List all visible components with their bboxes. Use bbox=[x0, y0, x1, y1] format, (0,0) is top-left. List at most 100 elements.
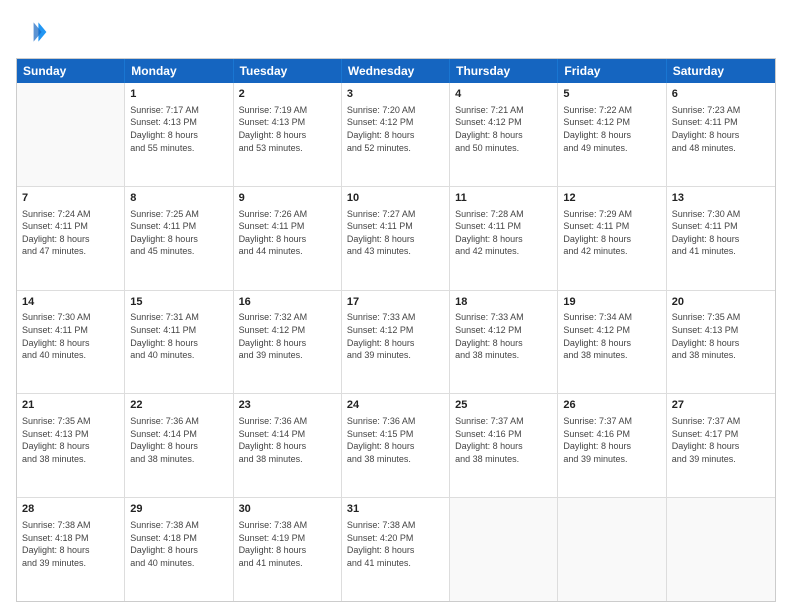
cell-info: Sunrise: 7:38 AM Sunset: 4:18 PM Dayligh… bbox=[22, 519, 119, 569]
cell-info: Sunrise: 7:35 AM Sunset: 4:13 PM Dayligh… bbox=[22, 415, 119, 465]
calendar-cell: 5 Sunrise: 7:22 AM Sunset: 4:12 PM Daylig… bbox=[558, 83, 666, 186]
cell-info: Sunrise: 7:19 AM Sunset: 4:13 PM Dayligh… bbox=[239, 104, 336, 154]
day-number: 23 bbox=[239, 398, 336, 413]
day-number: 8 bbox=[130, 191, 227, 206]
day-of-week-header: Sunday bbox=[17, 59, 125, 83]
cell-info: Sunrise: 7:28 AM Sunset: 4:11 PM Dayligh… bbox=[455, 208, 552, 258]
calendar-cell bbox=[667, 498, 775, 601]
day-number: 9 bbox=[239, 191, 336, 206]
cell-info: Sunrise: 7:27 AM Sunset: 4:11 PM Dayligh… bbox=[347, 208, 444, 258]
cell-info: Sunrise: 7:25 AM Sunset: 4:11 PM Dayligh… bbox=[130, 208, 227, 258]
cell-info: Sunrise: 7:23 AM Sunset: 4:11 PM Dayligh… bbox=[672, 104, 770, 154]
calendar-cell: 24 Sunrise: 7:36 AM Sunset: 4:15 PM Dayli… bbox=[342, 394, 450, 497]
day-of-week-header: Friday bbox=[558, 59, 666, 83]
cell-info: Sunrise: 7:31 AM Sunset: 4:11 PM Dayligh… bbox=[130, 311, 227, 361]
calendar-cell: 4Sunrise: 7:21 AM Sunset: 4:12 PM Daylig… bbox=[450, 83, 558, 186]
calendar-cell: 13 Sunrise: 7:30 AM Sunset: 4:11 PM Dayli… bbox=[667, 187, 775, 290]
calendar-row: 28 Sunrise: 7:38 AM Sunset: 4:18 PM Dayli… bbox=[17, 498, 775, 601]
cell-info: Sunrise: 7:20 AM Sunset: 4:12 PM Dayligh… bbox=[347, 104, 444, 154]
cell-info: Sunrise: 7:33 AM Sunset: 4:12 PM Dayligh… bbox=[455, 311, 552, 361]
calendar-cell: 7 Sunrise: 7:24 AM Sunset: 4:11 PM Daylig… bbox=[17, 187, 125, 290]
day-number: 3 bbox=[347, 87, 444, 102]
calendar-cell: 15Sunrise: 7:31 AM Sunset: 4:11 PM Dayli… bbox=[125, 291, 233, 394]
day-number: 27 bbox=[672, 398, 770, 413]
calendar-row: 21 Sunrise: 7:35 AM Sunset: 4:13 PM Dayli… bbox=[17, 394, 775, 498]
logo-icon bbox=[16, 16, 48, 48]
calendar-cell: 6 Sunrise: 7:23 AM Sunset: 4:11 PM Daylig… bbox=[667, 83, 775, 186]
day-number: 26 bbox=[563, 398, 660, 413]
cell-info: Sunrise: 7:33 AM Sunset: 4:12 PM Dayligh… bbox=[347, 311, 444, 361]
day-number: 17 bbox=[347, 295, 444, 310]
calendar-cell: 21 Sunrise: 7:35 AM Sunset: 4:13 PM Dayli… bbox=[17, 394, 125, 497]
cell-info: Sunrise: 7:38 AM Sunset: 4:18 PM Dayligh… bbox=[130, 519, 227, 569]
day-number: 13 bbox=[672, 191, 770, 206]
calendar-cell: 26 Sunrise: 7:37 AM Sunset: 4:16 PM Dayli… bbox=[558, 394, 666, 497]
day-of-week-header: Thursday bbox=[450, 59, 558, 83]
calendar-cell: 20Sunrise: 7:35 AM Sunset: 4:13 PM Dayli… bbox=[667, 291, 775, 394]
calendar: SundayMondayTuesdayWednesdayThursdayFrid… bbox=[16, 58, 776, 602]
cell-info: Sunrise: 7:22 AM Sunset: 4:12 PM Dayligh… bbox=[563, 104, 660, 154]
cell-info: Sunrise: 7:26 AM Sunset: 4:11 PM Dayligh… bbox=[239, 208, 336, 258]
day-number: 1 bbox=[130, 87, 227, 102]
calendar-cell: 1 Sunrise: 7:17 AM Sunset: 4:13 PM Daylig… bbox=[125, 83, 233, 186]
day-number: 10 bbox=[347, 191, 444, 206]
cell-info: Sunrise: 7:38 AM Sunset: 4:20 PM Dayligh… bbox=[347, 519, 444, 569]
day-number: 30 bbox=[239, 502, 336, 517]
calendar-cell: 25Sunrise: 7:37 AM Sunset: 4:16 PM Dayli… bbox=[450, 394, 558, 497]
day-number: 2 bbox=[239, 87, 336, 102]
cell-info: Sunrise: 7:24 AM Sunset: 4:11 PM Dayligh… bbox=[22, 208, 119, 258]
day-number: 12 bbox=[563, 191, 660, 206]
cell-info: Sunrise: 7:37 AM Sunset: 4:16 PM Dayligh… bbox=[455, 415, 552, 465]
day-number: 24 bbox=[347, 398, 444, 413]
calendar-cell: 29Sunrise: 7:38 AM Sunset: 4:18 PM Dayli… bbox=[125, 498, 233, 601]
day-number: 18 bbox=[455, 295, 552, 310]
calendar-row: 14Sunrise: 7:30 AM Sunset: 4:11 PM Dayli… bbox=[17, 291, 775, 395]
logo bbox=[16, 16, 52, 48]
calendar-cell: 8 Sunrise: 7:25 AM Sunset: 4:11 PM Daylig… bbox=[125, 187, 233, 290]
cell-info: Sunrise: 7:17 AM Sunset: 4:13 PM Dayligh… bbox=[130, 104, 227, 154]
calendar-cell: 17Sunrise: 7:33 AM Sunset: 4:12 PM Dayli… bbox=[342, 291, 450, 394]
page-container: SundayMondayTuesdayWednesdayThursdayFrid… bbox=[0, 0, 792, 612]
day-number: 21 bbox=[22, 398, 119, 413]
calendar-header: SundayMondayTuesdayWednesdayThursdayFrid… bbox=[17, 59, 775, 83]
calendar-cell: 28 Sunrise: 7:38 AM Sunset: 4:18 PM Dayli… bbox=[17, 498, 125, 601]
cell-info: Sunrise: 7:21 AM Sunset: 4:12 PM Dayligh… bbox=[455, 104, 552, 154]
calendar-cell: 19Sunrise: 7:34 AM Sunset: 4:12 PM Dayli… bbox=[558, 291, 666, 394]
day-number: 31 bbox=[347, 502, 444, 517]
cell-info: Sunrise: 7:36 AM Sunset: 4:15 PM Dayligh… bbox=[347, 415, 444, 465]
calendar-row: 7 Sunrise: 7:24 AM Sunset: 4:11 PM Daylig… bbox=[17, 187, 775, 291]
cell-info: Sunrise: 7:36 AM Sunset: 4:14 PM Dayligh… bbox=[130, 415, 227, 465]
cell-info: Sunrise: 7:36 AM Sunset: 4:14 PM Dayligh… bbox=[239, 415, 336, 465]
day-of-week-header: Monday bbox=[125, 59, 233, 83]
day-of-week-header: Wednesday bbox=[342, 59, 450, 83]
calendar-cell: 31 Sunrise: 7:38 AM Sunset: 4:20 PM Dayli… bbox=[342, 498, 450, 601]
cell-info: Sunrise: 7:37 AM Sunset: 4:16 PM Dayligh… bbox=[563, 415, 660, 465]
cell-info: Sunrise: 7:30 AM Sunset: 4:11 PM Dayligh… bbox=[672, 208, 770, 258]
calendar-cell: 9 Sunrise: 7:26 AM Sunset: 4:11 PM Daylig… bbox=[234, 187, 342, 290]
calendar-cell bbox=[450, 498, 558, 601]
calendar-cell bbox=[558, 498, 666, 601]
cell-info: Sunrise: 7:34 AM Sunset: 4:12 PM Dayligh… bbox=[563, 311, 660, 361]
calendar-cell: 3 Sunrise: 7:20 AM Sunset: 4:12 PM Daylig… bbox=[342, 83, 450, 186]
day-number: 20 bbox=[672, 295, 770, 310]
calendar-cell: 12Sunrise: 7:29 AM Sunset: 4:11 PM Dayli… bbox=[558, 187, 666, 290]
cell-info: Sunrise: 7:35 AM Sunset: 4:13 PM Dayligh… bbox=[672, 311, 770, 361]
cell-info: Sunrise: 7:38 AM Sunset: 4:19 PM Dayligh… bbox=[239, 519, 336, 569]
calendar-cell: 11Sunrise: 7:28 AM Sunset: 4:11 PM Dayli… bbox=[450, 187, 558, 290]
cell-info: Sunrise: 7:32 AM Sunset: 4:12 PM Dayligh… bbox=[239, 311, 336, 361]
day-number: 6 bbox=[672, 87, 770, 102]
calendar-cell: 22Sunrise: 7:36 AM Sunset: 4:14 PM Dayli… bbox=[125, 394, 233, 497]
calendar-cell: 14Sunrise: 7:30 AM Sunset: 4:11 PM Dayli… bbox=[17, 291, 125, 394]
day-number: 28 bbox=[22, 502, 119, 517]
calendar-cell: 16Sunrise: 7:32 AM Sunset: 4:12 PM Dayli… bbox=[234, 291, 342, 394]
calendar-cell: 2 Sunrise: 7:19 AM Sunset: 4:13 PM Daylig… bbox=[234, 83, 342, 186]
day-number: 7 bbox=[22, 191, 119, 206]
calendar-cell bbox=[17, 83, 125, 186]
calendar-cell: 10 Sunrise: 7:27 AM Sunset: 4:11 PM Dayli… bbox=[342, 187, 450, 290]
day-of-week-header: Saturday bbox=[667, 59, 775, 83]
page-header bbox=[16, 16, 776, 48]
day-number: 5 bbox=[563, 87, 660, 102]
calendar-body: 1 Sunrise: 7:17 AM Sunset: 4:13 PM Daylig… bbox=[17, 83, 775, 601]
day-of-week-header: Tuesday bbox=[234, 59, 342, 83]
day-number: 15 bbox=[130, 295, 227, 310]
